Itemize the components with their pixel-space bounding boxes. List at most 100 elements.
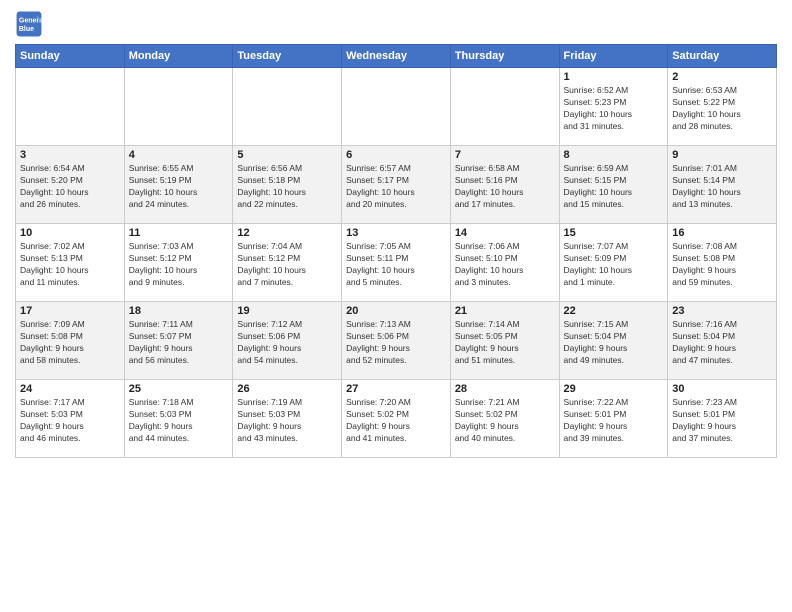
day-info: Sunrise: 7:15 AM Sunset: 5:04 PM Dayligh… [564,319,664,367]
day-number: 18 [129,305,229,317]
week-row-1: 1 Sunrise: 6:52 AM Sunset: 5:23 PM Daylig… [16,68,777,146]
day-info: Sunrise: 6:52 AM Sunset: 5:23 PM Dayligh… [564,85,664,133]
day-number: 6 [346,149,446,161]
week-row-5: 24 Sunrise: 7:17 AM Sunset: 5:03 PM Dayli… [16,380,777,458]
svg-text:Blue: Blue [19,26,34,33]
day-number: 30 [672,383,772,395]
logo: General Blue [15,10,47,38]
day-info: Sunrise: 7:06 AM Sunset: 5:10 PM Dayligh… [455,241,555,289]
day-number: 10 [20,227,120,239]
day-info: Sunrise: 7:07 AM Sunset: 5:09 PM Dayligh… [564,241,664,289]
day-info: Sunrise: 7:09 AM Sunset: 5:08 PM Dayligh… [20,319,120,367]
calendar-cell [450,68,559,146]
calendar-cell: 30 Sunrise: 7:23 AM Sunset: 5:01 PM Dayli… [668,380,777,458]
calendar-cell [124,68,233,146]
calendar-cell: 9 Sunrise: 7:01 AM Sunset: 5:14 PM Daylig… [668,146,777,224]
calendar-cell: 21Sunrise: 7:14 AM Sunset: 5:05 PM Dayli… [450,302,559,380]
day-info: Sunrise: 7:04 AM Sunset: 5:12 PM Dayligh… [237,241,337,289]
day-number: 28 [455,383,555,395]
day-number: 9 [672,149,772,161]
day-info: Sunrise: 7:08 AM Sunset: 5:08 PM Dayligh… [672,241,772,289]
day-number: 11 [129,227,229,239]
weekday-header-tuesday: Tuesday [233,45,342,68]
calendar-cell: 14 Sunrise: 7:06 AM Sunset: 5:10 PM Dayli… [450,224,559,302]
day-info: Sunrise: 7:20 AM Sunset: 5:02 PM Dayligh… [346,397,446,445]
day-number: 25 [129,383,229,395]
day-info: Sunrise: 6:57 AM Sunset: 5:17 PM Dayligh… [346,163,446,211]
day-info: Sunrise: 6:54 AM Sunset: 5:20 PM Dayligh… [20,163,120,211]
calendar-cell: 7 Sunrise: 6:58 AM Sunset: 5:16 PM Daylig… [450,146,559,224]
day-info: Sunrise: 7:17 AM Sunset: 5:03 PM Dayligh… [20,397,120,445]
day-info: Sunrise: 7:19 AM Sunset: 5:03 PM Dayligh… [237,397,337,445]
calendar-cell: 29 Sunrise: 7:22 AM Sunset: 5:01 PM Dayli… [559,380,668,458]
day-info: Sunrise: 7:05 AM Sunset: 5:11 PM Dayligh… [346,241,446,289]
day-info: Sunrise: 7:03 AM Sunset: 5:12 PM Dayligh… [129,241,229,289]
calendar-cell [342,68,451,146]
day-info: Sunrise: 7:01 AM Sunset: 5:14 PM Dayligh… [672,163,772,211]
calendar-cell: 16 Sunrise: 7:08 AM Sunset: 5:08 PM Dayli… [668,224,777,302]
calendar-cell: 13Sunrise: 7:05 AM Sunset: 5:11 PM Dayli… [342,224,451,302]
day-number: 2 [672,71,772,83]
calendar-cell: 19 Sunrise: 7:12 AM Sunset: 5:06 PM Dayli… [233,302,342,380]
header: General Blue [15,10,777,38]
day-number: 8 [564,149,664,161]
calendar-header: SundayMondayTuesdayWednesdayThursdayFrid… [16,45,777,68]
day-number: 16 [672,227,772,239]
page: General Blue SundayMondayTuesdayWednesda… [0,0,792,612]
day-info: Sunrise: 7:21 AM Sunset: 5:02 PM Dayligh… [455,397,555,445]
day-number: 14 [455,227,555,239]
day-number: 1 [564,71,664,83]
day-info: Sunrise: 7:12 AM Sunset: 5:06 PM Dayligh… [237,319,337,367]
calendar-cell: 8 Sunrise: 6:59 AM Sunset: 5:15 PM Daylig… [559,146,668,224]
weekday-header-wednesday: Wednesday [342,45,451,68]
day-number: 3 [20,149,120,161]
day-number: 24 [20,383,120,395]
day-number: 5 [237,149,337,161]
day-number: 22 [564,305,664,317]
calendar-cell: 1 Sunrise: 6:52 AM Sunset: 5:23 PM Daylig… [559,68,668,146]
day-info: Sunrise: 7:23 AM Sunset: 5:01 PM Dayligh… [672,397,772,445]
day-info: Sunrise: 7:13 AM Sunset: 5:06 PM Dayligh… [346,319,446,367]
day-number: 19 [237,305,337,317]
day-info: Sunrise: 6:53 AM Sunset: 5:22 PM Dayligh… [672,85,772,133]
day-info: Sunrise: 6:55 AM Sunset: 5:19 PM Dayligh… [129,163,229,211]
day-info: Sunrise: 7:22 AM Sunset: 5:01 PM Dayligh… [564,397,664,445]
day-info: Sunrise: 6:58 AM Sunset: 5:16 PM Dayligh… [455,163,555,211]
calendar-cell: 3 Sunrise: 6:54 AM Sunset: 5:20 PM Daylig… [16,146,125,224]
week-row-2: 3 Sunrise: 6:54 AM Sunset: 5:20 PM Daylig… [16,146,777,224]
calendar-cell: 6 Sunrise: 6:57 AM Sunset: 5:17 PM Daylig… [342,146,451,224]
day-number: 27 [346,383,446,395]
day-number: 20 [346,305,446,317]
calendar-table: SundayMondayTuesdayWednesdayThursdayFrid… [15,44,777,458]
calendar-cell: 11 Sunrise: 7:03 AM Sunset: 5:12 PM Dayli… [124,224,233,302]
calendar-cell: 23Sunrise: 7:16 AM Sunset: 5:04 PM Dayli… [668,302,777,380]
logo-icon: General Blue [15,10,43,38]
calendar-body: 1 Sunrise: 6:52 AM Sunset: 5:23 PM Daylig… [16,68,777,458]
day-number: 12 [237,227,337,239]
calendar-cell [16,68,125,146]
calendar-cell: 24 Sunrise: 7:17 AM Sunset: 5:03 PM Dayli… [16,380,125,458]
calendar-cell: 12 Sunrise: 7:04 AM Sunset: 5:12 PM Dayli… [233,224,342,302]
day-number: 17 [20,305,120,317]
calendar-cell [233,68,342,146]
day-number: 23 [672,305,772,317]
day-number: 29 [564,383,664,395]
weekday-header-saturday: Saturday [668,45,777,68]
day-number: 4 [129,149,229,161]
calendar-cell: 22 Sunrise: 7:15 AM Sunset: 5:04 PM Dayli… [559,302,668,380]
calendar-cell: 4 Sunrise: 6:55 AM Sunset: 5:19 PM Daylig… [124,146,233,224]
calendar-cell: 27 Sunrise: 7:20 AM Sunset: 5:02 PM Dayli… [342,380,451,458]
calendar-cell: 5Sunrise: 6:56 AM Sunset: 5:18 PM Daylig… [233,146,342,224]
weekday-header-sunday: Sunday [16,45,125,68]
day-info: Sunrise: 6:59 AM Sunset: 5:15 PM Dayligh… [564,163,664,211]
day-number: 7 [455,149,555,161]
header-row: SundayMondayTuesdayWednesdayThursdayFrid… [16,45,777,68]
day-info: Sunrise: 7:02 AM Sunset: 5:13 PM Dayligh… [20,241,120,289]
week-row-3: 10 Sunrise: 7:02 AM Sunset: 5:13 PM Dayli… [16,224,777,302]
calendar-cell: 17 Sunrise: 7:09 AM Sunset: 5:08 PM Dayli… [16,302,125,380]
calendar-cell: 10 Sunrise: 7:02 AM Sunset: 5:13 PM Dayli… [16,224,125,302]
calendar-cell: 15Sunrise: 7:07 AM Sunset: 5:09 PM Dayli… [559,224,668,302]
day-number: 26 [237,383,337,395]
calendar-cell: 20 Sunrise: 7:13 AM Sunset: 5:06 PM Dayli… [342,302,451,380]
weekday-header-friday: Friday [559,45,668,68]
